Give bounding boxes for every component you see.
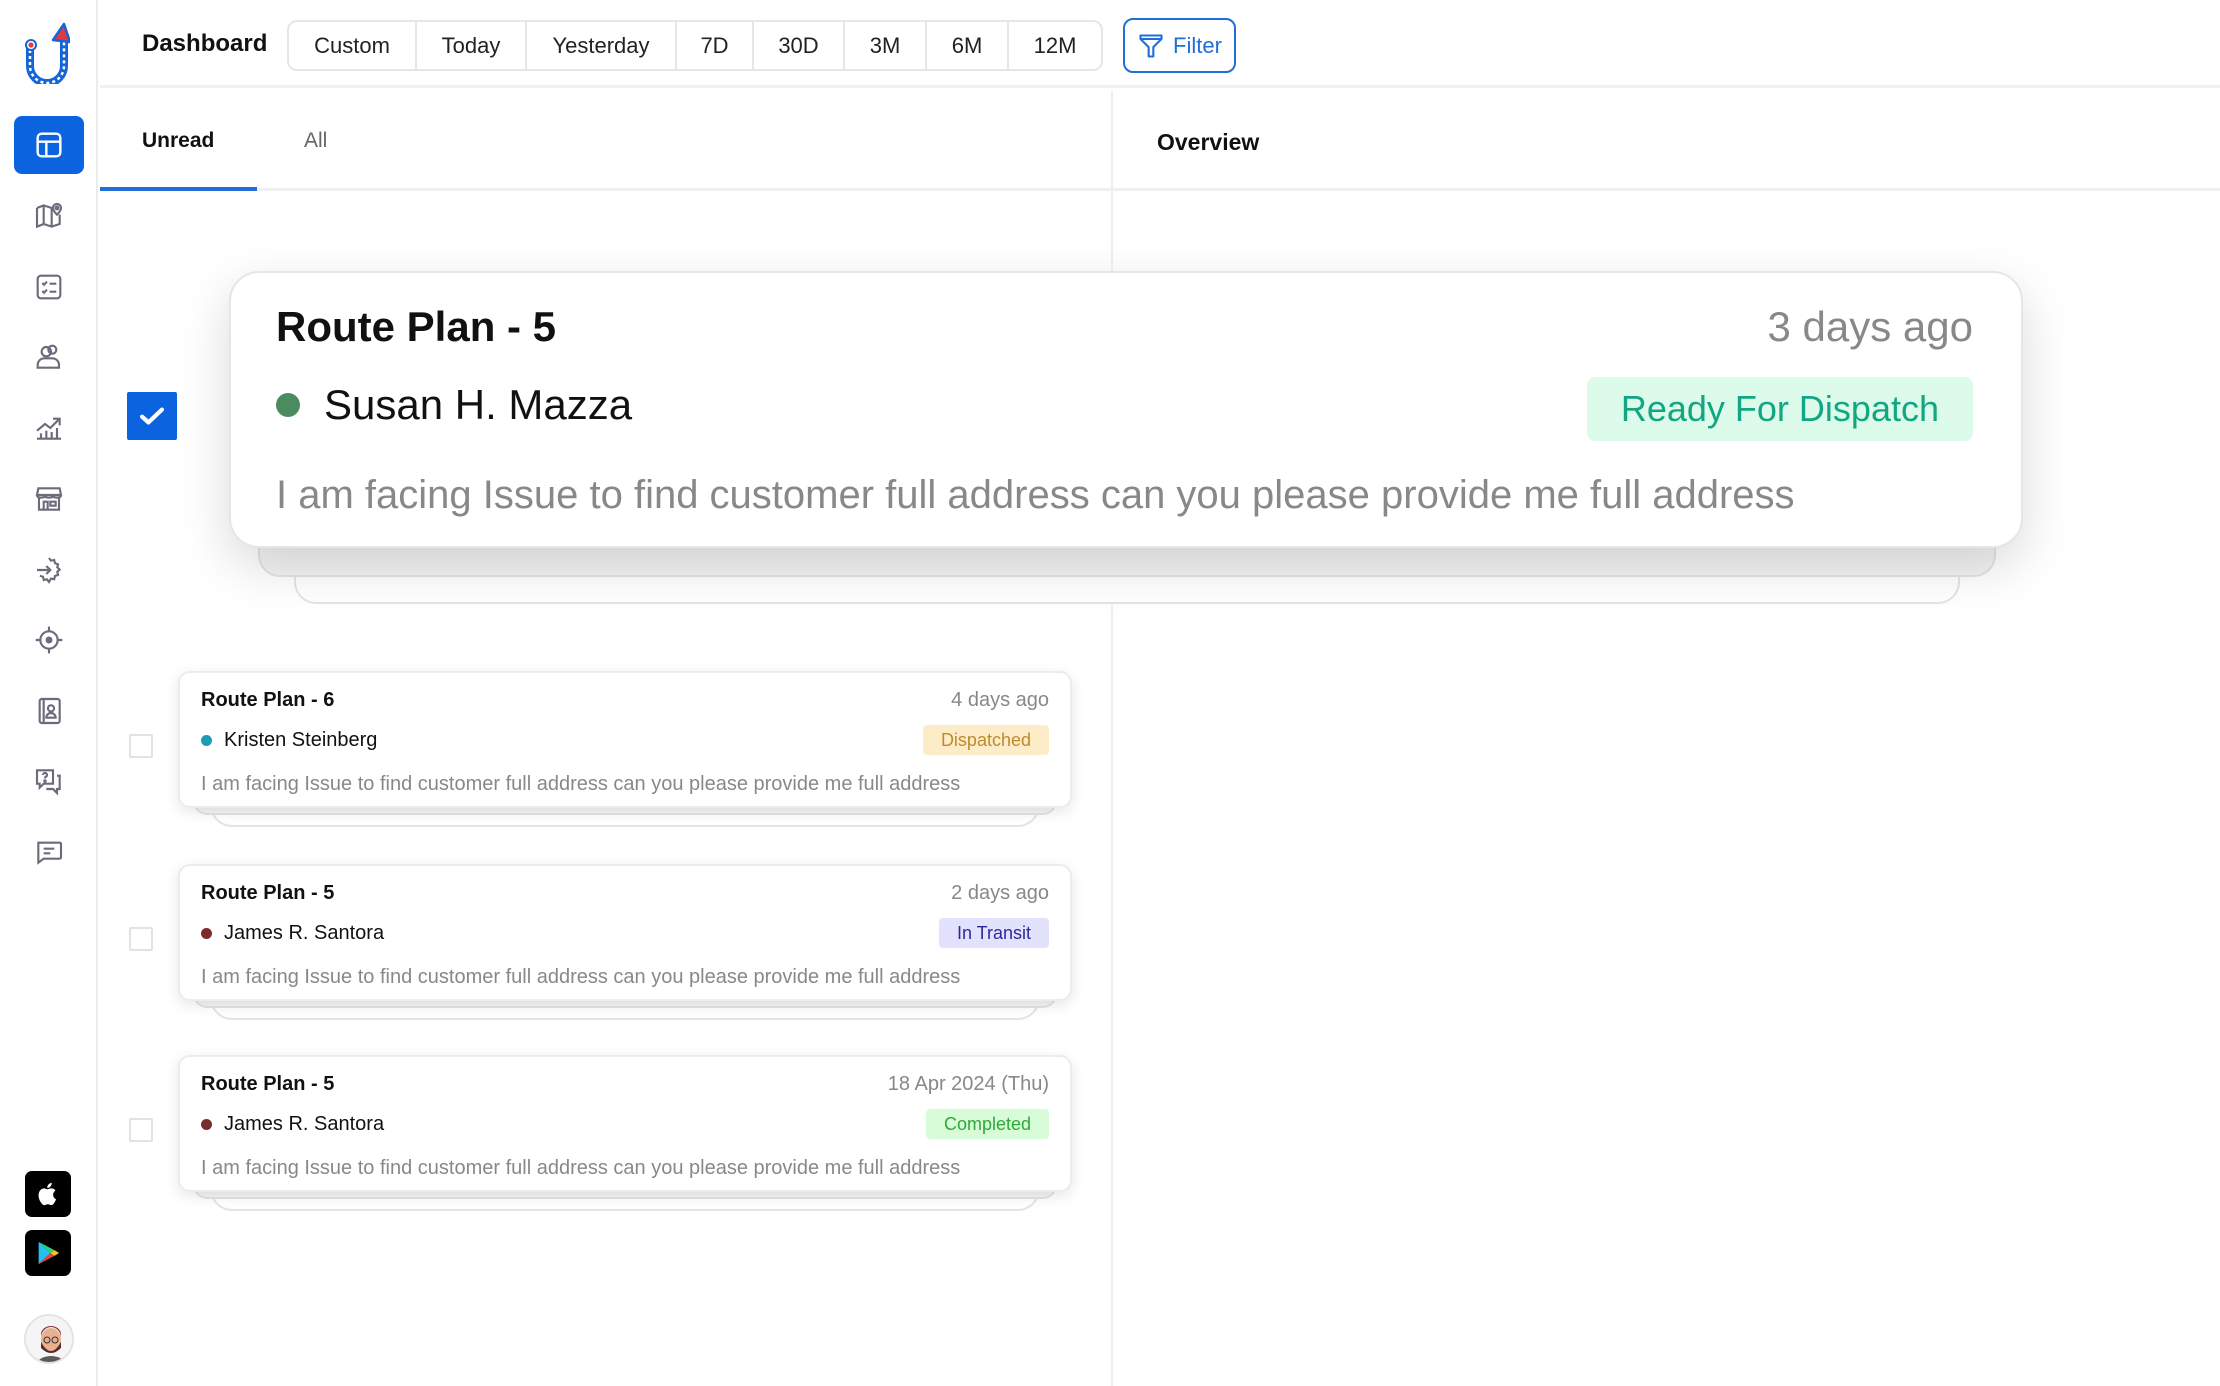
notification-tabs: Unread All [100,91,1111,191]
sidebar-item-map[interactable] [14,187,84,245]
notification-checkbox[interactable] [129,927,153,951]
sidebar-item-tracking[interactable] [14,611,84,669]
tab-unread[interactable]: Unread [142,129,214,153]
play-store-button[interactable] [25,1230,71,1276]
card-message: I am facing Issue to find customer full … [201,1157,961,1179]
card-person: James R. Santora [201,922,384,945]
notification-card[interactable]: Route Plan - 5 2 days ago James R. Santo… [178,864,1072,1001]
card-time: 3 days ago [1767,303,1974,350]
status-badge: Ready For Dispatch [1586,377,1973,441]
notification-checkbox[interactable] [129,1118,153,1142]
card-title: Route Plan - 6 [201,689,335,711]
card-message: I am facing Issue to find customer full … [276,473,1795,517]
notification-card[interactable]: Route Plan - 6 4 days ago Kristen Steinb… [178,671,1072,808]
card-title: Route Plan - 5 [201,882,335,904]
person-name: James R. Santora [224,1113,385,1135]
featured-notification-card[interactable]: Route Plan - 5 3 days ago Susan H. Mazza… [229,271,2023,548]
sidebar-item-dashboard[interactable] [14,116,84,174]
sidebar [0,0,98,1386]
featured-checkbox[interactable] [127,392,177,440]
status-badge: Completed [925,1109,1049,1139]
status-dot [201,1119,212,1130]
person-name: James R. Santora [224,922,385,944]
card-person: Kristen Steinberg [201,729,377,752]
checklist-icon [36,274,62,300]
tab-all[interactable]: All [304,129,327,153]
notification-checkbox[interactable] [129,734,153,758]
status-dot [276,393,300,417]
google-play-icon [38,1241,60,1265]
overview-title: Overview [1157,129,1260,155]
store-icon [35,487,63,511]
map-pin-icon [35,202,63,229]
users-icon [36,344,61,369]
sidebar-item-users[interactable] [14,328,84,386]
chart-up-icon [36,417,61,440]
card-person: James R. Santora [201,1113,384,1136]
status-badge: In Transit [938,918,1049,948]
range-yesterday[interactable]: Yesterday [527,22,677,69]
sidebar-item-support[interactable] [14,752,84,810]
range-7d[interactable]: 7D [677,22,754,69]
sidebar-item-messages[interactable] [14,823,84,881]
app-store-button[interactable] [25,1171,71,1217]
status-dot [201,735,212,746]
avatar[interactable] [24,1314,74,1364]
contact-book-icon [38,697,61,725]
funnel-icon [1139,33,1163,58]
gear-arrow-icon [37,557,62,584]
sidebar-item-integrations[interactable] [14,541,84,599]
card-title: Route Plan - 5 [276,303,557,350]
help-chat-icon [35,769,61,796]
card-person: Susan H. Mazza [276,381,632,429]
range-3m[interactable]: 3M [845,22,927,69]
active-tab-indicator [100,187,257,191]
message-icon [37,841,63,865]
target-icon [35,626,63,654]
range-30d[interactable]: 30D [754,22,845,69]
person-name: Susan H. Mazza [324,381,633,428]
filter-label: Filter [1173,32,1222,58]
range-custom[interactable]: Custom [289,22,417,69]
date-range-selector: Custom Today Yesterday 7D 30D 3M 6M 12M [287,20,1103,71]
status-badge: Dispatched [922,725,1049,755]
route-logo-icon[interactable] [24,22,72,87]
overview-header: Overview [1113,91,2220,191]
status-dot [201,928,212,939]
card-message: I am facing Issue to find customer full … [201,966,961,988]
range-6m[interactable]: 6M [927,22,1009,69]
sidebar-item-tasks[interactable] [14,258,84,316]
card-time: 2 days ago [951,882,1049,904]
card-message: I am facing Issue to find customer full … [201,773,961,795]
card-time: 4 days ago [951,689,1049,711]
check-icon [139,407,165,425]
filter-button[interactable]: Filter [1123,18,1236,73]
notification-card[interactable]: Route Plan - 5 18 Apr 2024 (Thu) James R… [178,1055,1072,1192]
sidebar-item-analytics[interactable] [14,399,84,457]
range-today[interactable]: Today [417,22,527,69]
person-name: Kristen Steinberg [224,729,378,751]
sidebar-item-contacts[interactable] [14,682,84,740]
sidebar-item-store[interactable] [14,470,84,528]
page-title: Dashboard [142,30,268,57]
user-avatar-icon [26,1316,72,1362]
apple-icon [38,1182,57,1206]
top-bar: Dashboard Custom Today Yesterday 7D 30D … [100,0,2220,88]
layout-icon [36,132,62,158]
card-title: Route Plan - 5 [201,1073,335,1095]
range-12m[interactable]: 12M [1009,22,1101,69]
card-time: 18 Apr 2024 (Thu) [887,1073,1049,1095]
